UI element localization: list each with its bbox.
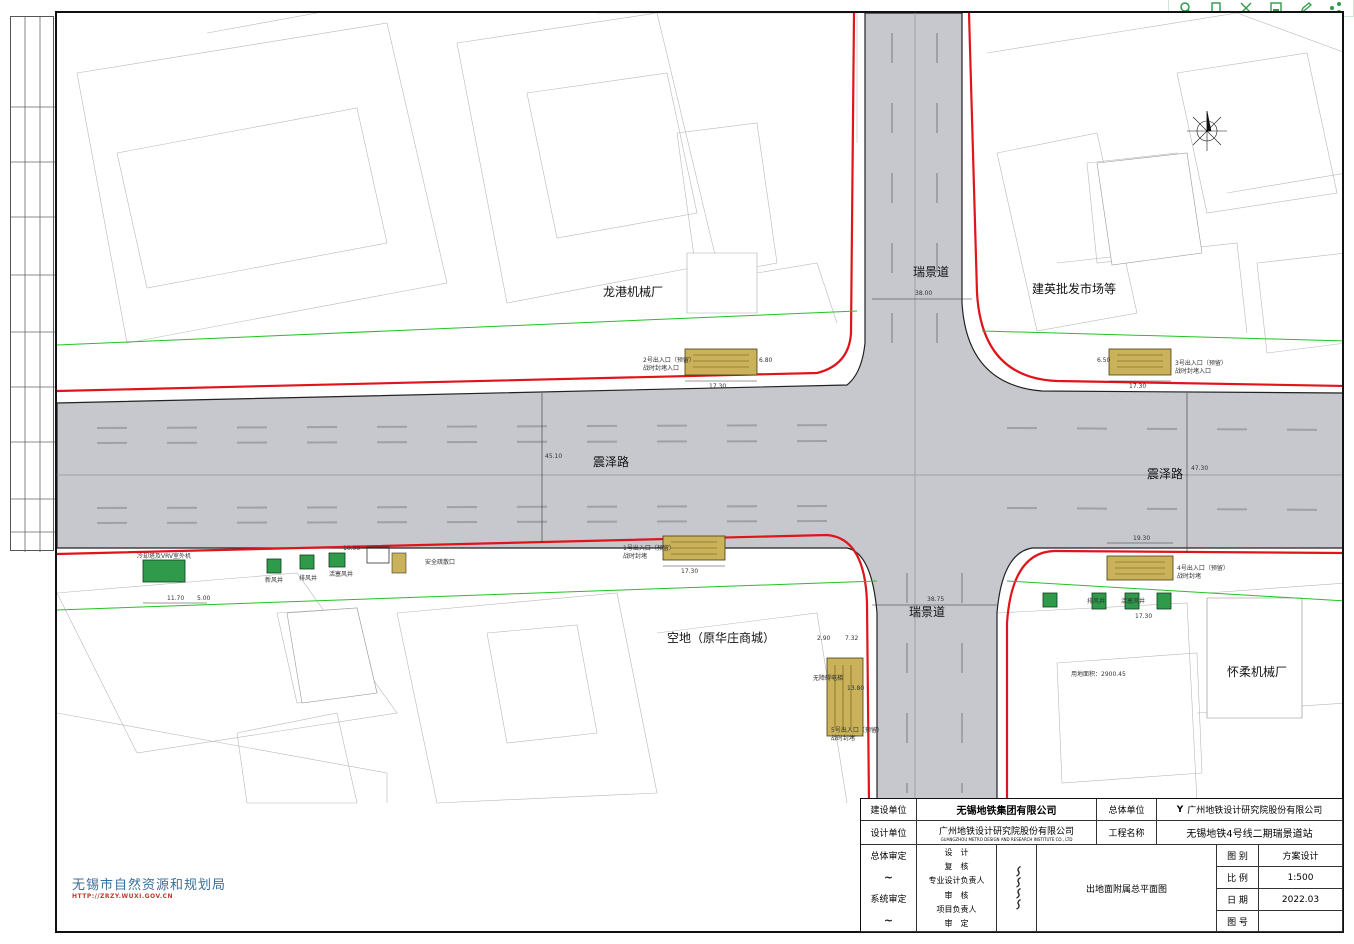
project-name: 无锡地铁4号线二期瑞景道站: [1157, 821, 1343, 845]
role-check: 审 核: [944, 890, 969, 900]
general-unit: Y 广州地铁设计研究院股份有限公司: [1157, 799, 1343, 821]
label-entry3-sub: 战时封堵入口: [1175, 368, 1212, 375]
metro-logo-icon: Y: [1176, 804, 1184, 815]
design-unit-label: 设计单位: [861, 821, 917, 845]
dim-38-75: 38.75: [927, 596, 945, 603]
dim-6-50: 6.50: [1097, 357, 1111, 364]
label-entry2-sub: 战时封堵入口: [643, 365, 680, 372]
dim-10-00: 10.00: [343, 545, 361, 552]
left-role-2-signature: ~: [883, 913, 894, 927]
dim-11-70: 11.70: [167, 595, 185, 602]
label-huairou-factory: 怀柔机械厂: [1227, 665, 1288, 679]
dim-19-30: 19.30: [1133, 535, 1151, 542]
left-role-1-signature: ~: [883, 870, 894, 884]
label-entry4-sub: 战时封堵: [1177, 573, 1202, 580]
label-piston-east: 活塞风井: [1121, 598, 1146, 605]
label-vacant-lot: 空地（原华庄商城）: [667, 631, 776, 645]
label-area-note: 用地面积：2900.45: [1071, 671, 1126, 678]
role-pm: 项目负责人: [936, 904, 977, 914]
general-unit-label: 总体单位: [1097, 799, 1157, 821]
meta-value-scale: 1:500: [1259, 867, 1343, 889]
left-roles: 总体审定 ~ 系统审定 ~: [861, 845, 917, 932]
bureau-name: 无锡市自然资源和规划局: [72, 878, 227, 893]
meta-value-type: 方案设计: [1259, 845, 1343, 867]
meta-label-date: 日 期: [1217, 889, 1259, 911]
road-label-ruijing-south: 瑞景道: [909, 605, 946, 619]
label-safety-exit: 安全疏散口: [425, 559, 456, 566]
dim-13-80: 13.80: [847, 685, 865, 692]
label-piston: 活塞风井: [329, 571, 354, 578]
meta-label-scale: 比 例: [1217, 867, 1259, 889]
label-entry1-sub: 战时封堵: [623, 553, 648, 560]
signature-stack: 〜〜〜〜: [1010, 866, 1024, 910]
signatures-column: 〜〜〜〜: [997, 845, 1037, 932]
label-longgang-factory: 龙港机械厂: [603, 285, 664, 299]
label-exhaust-east: 排风井: [1087, 598, 1106, 605]
role-design: 设 计: [944, 847, 969, 857]
left-role-1: 总体审定: [870, 852, 907, 863]
dim-38-00: 38.00: [915, 290, 933, 297]
road-label-zhenze-west: 震泽路: [593, 455, 630, 469]
dim-17-30-c: 17.30: [681, 568, 699, 575]
dim-47-30: 47.30: [1191, 465, 1209, 472]
meta-label-type: 图 别: [1217, 845, 1259, 867]
dim-2-90: 2.90: [817, 635, 831, 642]
dim-6-80: 6.80: [759, 357, 773, 364]
dim-45-10: 45.10: [545, 453, 563, 460]
design-unit-en: GUANGZHOU METRO DESIGN AND RESEARCH INST…: [940, 836, 1073, 842]
build-unit: 无锡地铁集团有限公司: [917, 799, 1097, 821]
title-block: 建设单位 无锡地铁集团有限公司 总体单位 Y 广州地铁设计研究院股份有限公司 设…: [860, 798, 1344, 933]
north-arrow-icon: [1187, 110, 1227, 151]
label-accessible-lift: 无障碍电梯: [813, 675, 844, 682]
dim-17-30-a: 17.30: [709, 383, 727, 390]
label-fresh-air: 新风井: [265, 577, 284, 584]
role-approve: 审 定: [944, 919, 969, 929]
drawing-name: 出地面附属总平面图: [1037, 845, 1217, 932]
roles-column: 设 计 复 核 专业设计负责人 审 核 项目负责人 审 定: [917, 845, 997, 932]
design-unit-text: 广州地铁设计研究院股份有限公司: [938, 826, 1074, 837]
general-unit-text: 广州地铁设计研究院股份有限公司: [1187, 806, 1323, 816]
label-cooling-tower: 冷却塔及VRV室外机: [137, 553, 192, 560]
road-label-zhenze-east: 震泽路: [1147, 467, 1184, 481]
meta-value-date: 2022.03: [1259, 889, 1343, 911]
design-unit: 广州地铁设计研究院股份有限公司 GUANGZHOU METRO DESIGN A…: [917, 821, 1097, 845]
role-review: 复 核: [944, 861, 969, 871]
left-role-2: 系统审定: [870, 895, 907, 906]
left-signoff-strip: [10, 16, 55, 552]
road-label-ruijing-north: 瑞景道: [913, 265, 950, 279]
role-lead: 专业设计负责人: [928, 876, 985, 886]
dim-17-30-d: 17.30: [1135, 613, 1153, 620]
bureau-url[interactable]: HTTP://ZRZY.WUXI.GOV.CN: [72, 893, 173, 900]
dim-7-32: 7.32: [845, 635, 859, 642]
label-exhaust: 排风井: [299, 575, 318, 582]
meta-label-number: 图 号: [1217, 911, 1259, 932]
dim-17-30-b: 17.30: [1129, 383, 1147, 390]
dim-5-00: 5.00: [197, 595, 211, 602]
site-plan-map: 瑞景道 瑞景道 震泽路 震泽路 龙港机械厂 建英批发市场等 空地（原华庄商城） …: [55, 11, 1344, 933]
label-entry5-sub: 战时封堵: [831, 735, 856, 742]
build-unit-label: 建设单位: [861, 799, 917, 821]
meta-value-number: [1259, 911, 1343, 932]
project-label: 工程名称: [1097, 821, 1157, 845]
label-jianying-market: 建英批发市场等: [1032, 282, 1117, 296]
